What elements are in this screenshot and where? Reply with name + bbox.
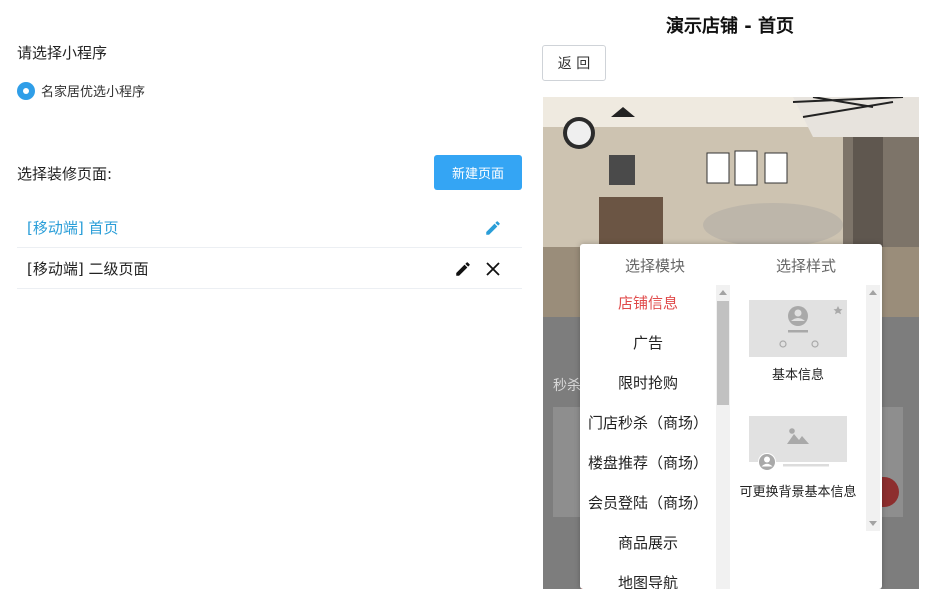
- style-option-basic-info[interactable]: 基本信息: [730, 300, 866, 385]
- module-item-property-recommend[interactable]: 楼盘推荐（商场）: [580, 444, 716, 484]
- pencil-icon[interactable]: [482, 217, 504, 239]
- module-item-member-login[interactable]: 会员登陆（商场）: [580, 484, 716, 524]
- module-column-header: 选择模块: [624, 257, 685, 275]
- style-label: 可更换背景基本信息: [739, 485, 857, 500]
- pencil-icon[interactable]: [452, 258, 474, 280]
- app-option-label: 名家居优选小程序: [41, 85, 146, 100]
- preview-title: 演示店铺 - 首页: [665, 16, 794, 37]
- page-row-label: [移动端] 首页: [27, 219, 119, 237]
- module-item-product-display[interactable]: 商品展示: [580, 524, 716, 564]
- style-option-custom-bg-info[interactable]: 可更换背景基本信息: [730, 416, 866, 502]
- page-row-home[interactable]: [移动端] 首页: [17, 208, 522, 248]
- module-scrollbar[interactable]: [716, 285, 730, 589]
- page-row-label: [移动端] 二级页面: [27, 260, 149, 278]
- module-item-ad[interactable]: 广告: [580, 324, 716, 364]
- module-item-flash-sale[interactable]: 限时抢购: [580, 364, 716, 404]
- scroll-up-icon[interactable]: [719, 290, 727, 295]
- new-page-button[interactable]: 新建页面: [434, 155, 522, 190]
- style-thumbnail: [749, 416, 847, 472]
- style-thumbnail: [749, 300, 847, 357]
- style-label: 基本信息: [771, 368, 824, 383]
- user-icon: [759, 454, 775, 470]
- style-scrollbar[interactable]: [866, 285, 880, 531]
- back-button[interactable]: 返 回: [542, 45, 606, 81]
- user-icon: [788, 306, 808, 326]
- select-app-title: 请选择小程序: [17, 44, 108, 62]
- scroll-down-icon[interactable]: [869, 521, 877, 526]
- module-item-map-nav[interactable]: 地图导航: [580, 564, 716, 589]
- style-column-header: 选择样式: [775, 257, 836, 275]
- scroll-thumb[interactable]: [717, 301, 729, 405]
- module-picker-popup: 选择模块 选择样式 店铺信息 广告 限时抢购 门店秒杀（商场） 楼盘推荐（商场）…: [580, 244, 882, 589]
- module-list: 店铺信息 广告 限时抢购 门店秒杀（商场） 楼盘推荐（商场） 会员登陆（商场） …: [580, 284, 716, 589]
- decor-page-title: 选择装修页面:: [17, 165, 113, 183]
- behind-text: 秒杀: [553, 378, 581, 394]
- page-row-second[interactable]: [移动端] 二级页面: [17, 249, 522, 289]
- module-item-store-seckill[interactable]: 门店秒杀（商场）: [580, 404, 716, 444]
- close-icon[interactable]: [482, 258, 504, 280]
- module-item-store-info[interactable]: 店铺信息: [580, 284, 716, 324]
- app-radio-option[interactable]: 名家居优选小程序: [17, 81, 145, 100]
- radio-checked-icon[interactable]: [17, 81, 35, 100]
- scroll-up-icon[interactable]: [869, 290, 877, 295]
